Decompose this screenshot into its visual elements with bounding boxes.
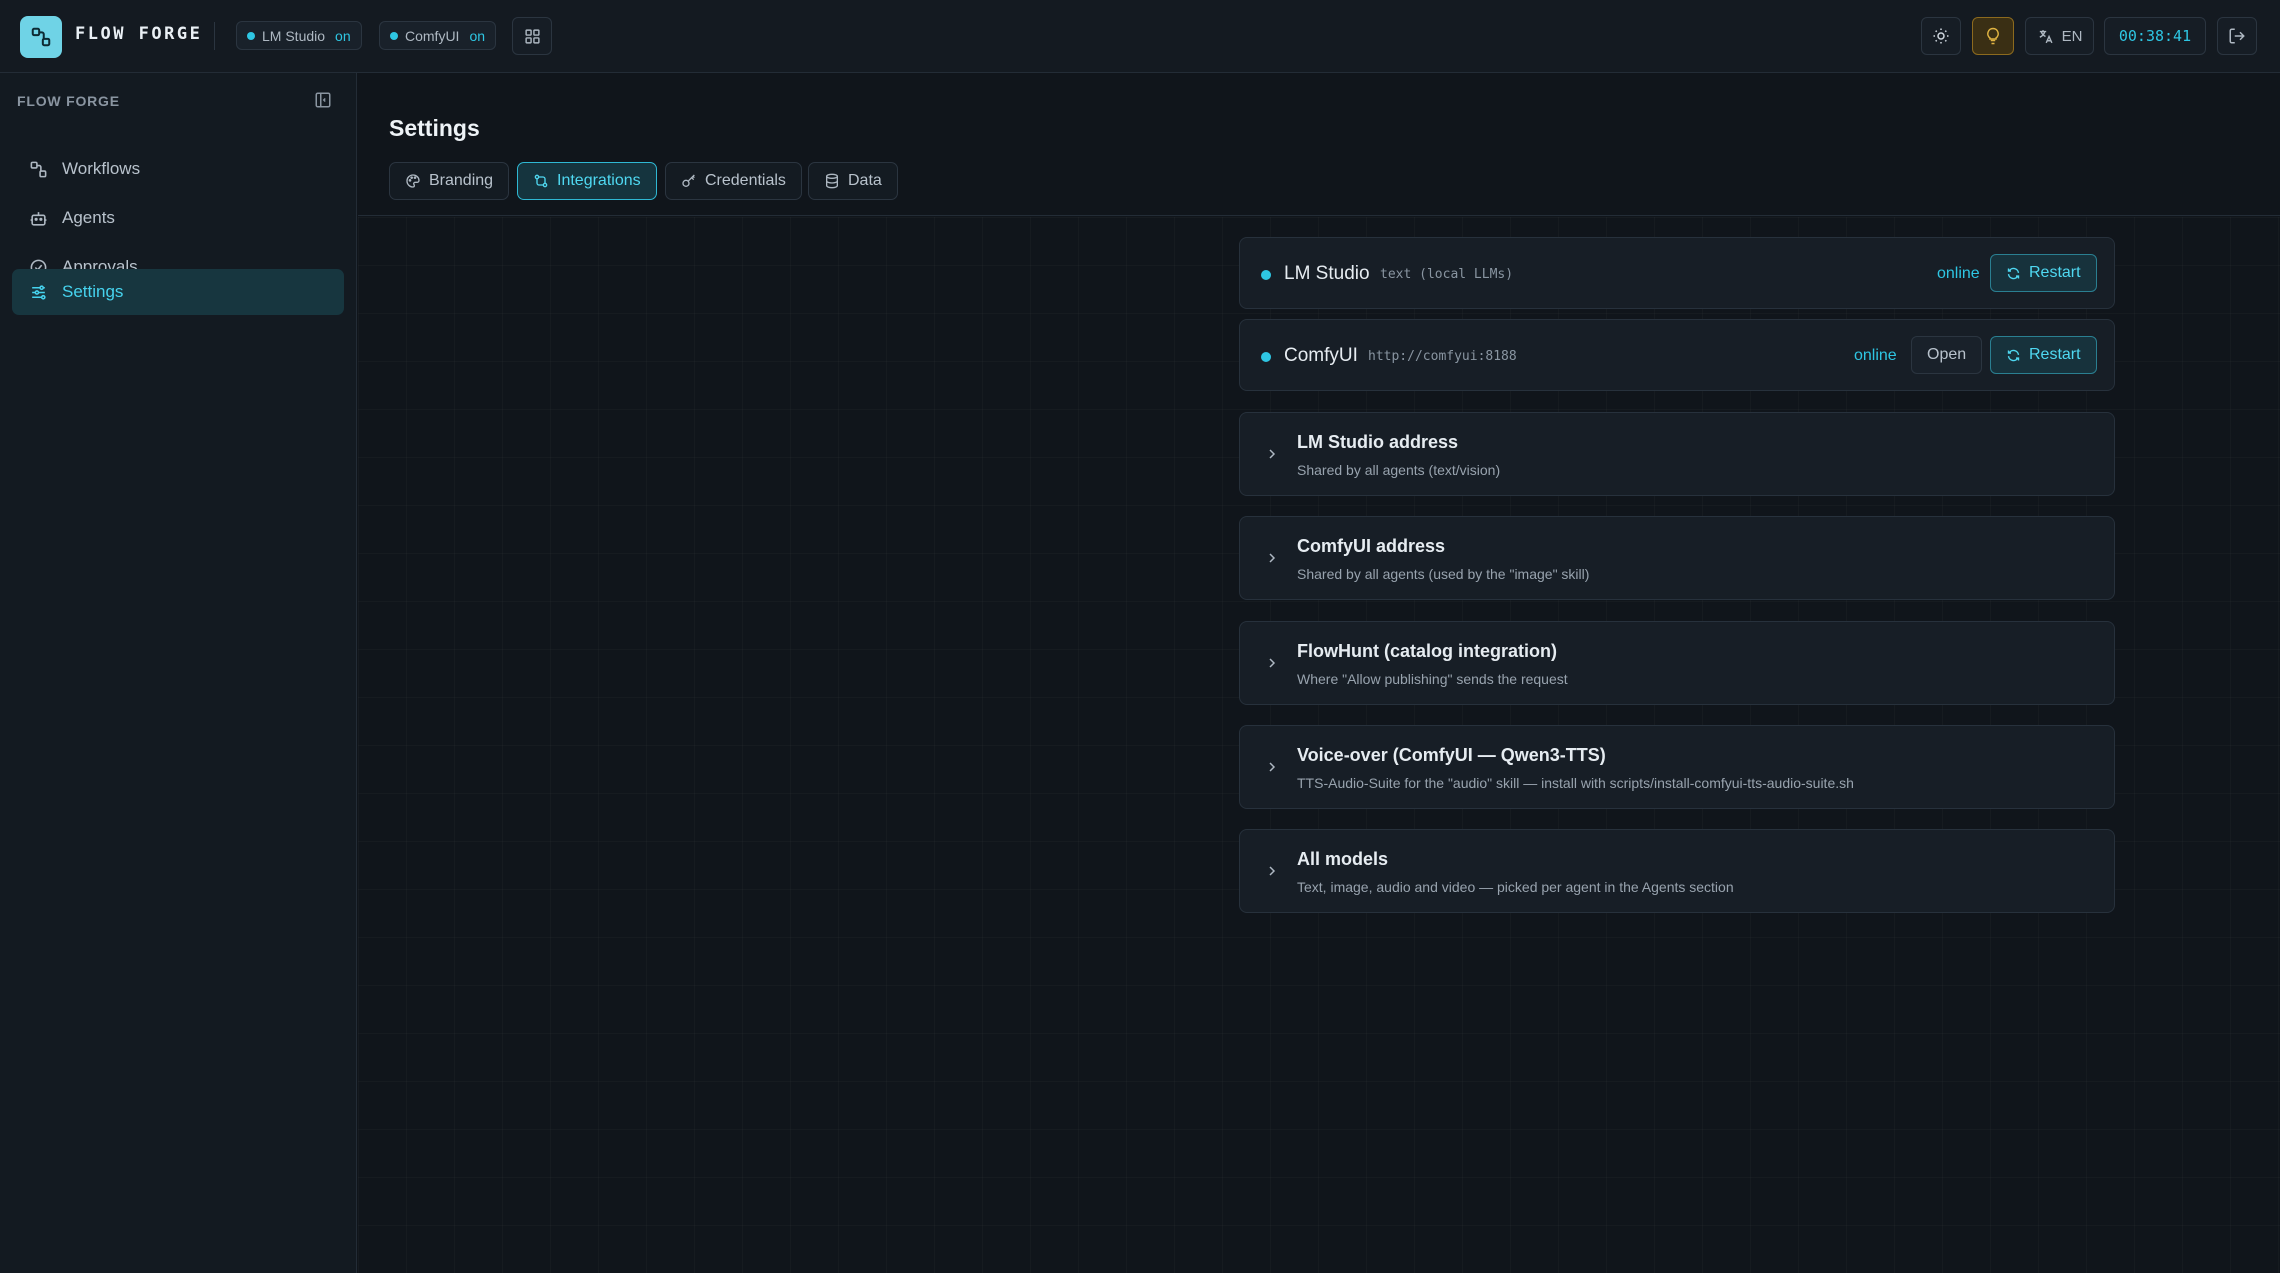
- restart-button[interactable]: Restart: [1990, 254, 2097, 292]
- section-title: ComfyUI address: [1297, 536, 1446, 556]
- palette-icon: [406, 174, 420, 188]
- key-icon: [682, 174, 695, 187]
- logout-icon: [2229, 28, 2245, 44]
- tab-label: Branding: [429, 172, 494, 189]
- refresh-icon: [2007, 349, 2020, 361]
- theme-toggle-button[interactable]: [1921, 17, 1961, 55]
- service-name: LM Studio: [262, 27, 326, 44]
- brand-name: FLOW FORGE: [75, 24, 203, 44]
- database-icon: [826, 173, 838, 189]
- tab-integrations[interactable]: Integrations: [517, 162, 657, 200]
- restart-label: Restart: [2029, 264, 2081, 281]
- section-voice-over[interactable]: Voice-over (ComfyUI — Qwen3-TTS) TTS-Aud…: [1239, 725, 2115, 809]
- status-dot-icon: [1261, 270, 1271, 280]
- status-dot-icon: [1261, 352, 1271, 362]
- service-name: ComfyUI: [405, 27, 460, 44]
- sliders-icon: [32, 284, 46, 300]
- tab-credentials[interactable]: Credentials: [665, 162, 802, 200]
- lightbulb-icon: [1987, 27, 1999, 45]
- sun-icon: [1933, 28, 1949, 44]
- clock-text: 00:38:41: [2118, 27, 2192, 45]
- sidebar-title: FLOW FORGE: [17, 93, 120, 109]
- session-clock: 00:38:41: [2104, 17, 2206, 55]
- status-dot-icon: [247, 31, 255, 40]
- section-title: LM Studio address: [1297, 432, 1459, 452]
- service-card-comfyui: ComfyUI http://comfyui:8188 online Open …: [1239, 319, 2115, 391]
- section-subtitle: TTS-Audio-Suite for the "audio" skill — …: [1297, 775, 1854, 791]
- language-button[interactable]: EN: [2025, 17, 2094, 55]
- sidebar-item-settings[interactable]: Settings: [12, 269, 344, 315]
- chevron-right-icon: [1269, 449, 1276, 459]
- sidebar-item-label: Agents: [62, 208, 115, 227]
- top-bar: FLOW FORGE LM Studio on ComfyUI on EN 00…: [0, 0, 2280, 73]
- divider: [214, 22, 215, 50]
- service-state: on: [469, 27, 486, 44]
- translate-icon: [2039, 29, 2053, 43]
- apps-grid-button[interactable]: [512, 17, 552, 55]
- chevron-right-icon: [1269, 866, 1276, 876]
- section-subtitle: Shared by all agents (text/vision): [1297, 462, 1501, 478]
- service-status: online: [1854, 347, 1897, 364]
- restart-button[interactable]: Restart: [1990, 336, 2097, 374]
- chevron-right-icon: [1269, 658, 1276, 668]
- bot-icon: [30, 211, 47, 226]
- page-header: Settings Branding Integrations Credentia…: [358, 73, 2280, 216]
- section-title: All models: [1297, 849, 1389, 869]
- service-name: LM Studio: [1284, 263, 1370, 284]
- open-label: Open: [1927, 346, 1967, 363]
- status-dot-icon: [390, 31, 398, 40]
- integrations-panel: LM Studio text (local LLMs) online Resta…: [358, 217, 2280, 1273]
- service-description: text (local LLMs): [1380, 267, 1514, 282]
- panel-collapse-icon: [315, 92, 331, 108]
- service-name: ComfyUI: [1284, 345, 1358, 366]
- tab-label: Integrations: [557, 172, 641, 189]
- section-lm-studio-address[interactable]: LM Studio address Shared by all agents (…: [1239, 412, 2115, 496]
- integrations-icon: [534, 174, 548, 188]
- section-title: Voice-over (ComfyUI — Qwen3-TTS): [1297, 745, 1606, 765]
- service-description: http://comfyui:8188: [1368, 349, 1517, 364]
- section-subtitle: Where "Allow publishing" sends the reque…: [1297, 671, 1568, 687]
- language-label: EN: [2061, 27, 2083, 45]
- grid-icon: [524, 28, 540, 44]
- tips-button[interactable]: [1972, 17, 2014, 55]
- sidebar-item-label: Workflows: [62, 159, 141, 178]
- comfyui-status-pill[interactable]: ComfyUI on: [379, 21, 497, 50]
- refresh-icon: [2007, 267, 2020, 279]
- sidebar-item-label: Settings: [62, 282, 124, 301]
- section-subtitle: Shared by all agents (used by the "image…: [1297, 566, 1590, 582]
- sidebar-collapse-button[interactable]: [314, 91, 332, 114]
- sidebar-item-workflows[interactable]: Workflows: [12, 146, 344, 192]
- tab-branding[interactable]: Branding: [389, 162, 510, 200]
- logout-button[interactable]: [2217, 17, 2257, 55]
- lm-studio-status-pill[interactable]: LM Studio on: [236, 21, 362, 50]
- sidebar: FLOW FORGE Workflows Agents Approvals Se…: [0, 73, 357, 1273]
- open-button[interactable]: Open: [1911, 336, 1983, 374]
- page-title: Settings: [389, 115, 480, 141]
- sidebar-item-agents[interactable]: Agents: [12, 195, 344, 241]
- chevron-right-icon: [1269, 553, 1276, 563]
- workflow-icon: [30, 161, 47, 177]
- tab-data[interactable]: Data: [808, 162, 898, 200]
- chevron-right-icon: [1269, 762, 1276, 772]
- restart-label: Restart: [2029, 346, 2081, 363]
- logo-icon[interactable]: [20, 16, 62, 58]
- section-title: FlowHunt (catalog integration): [1297, 641, 1557, 661]
- section-comfyui-address[interactable]: ComfyUI address Shared by all agents (us…: [1239, 516, 2115, 600]
- section-flowhunt[interactable]: FlowHunt (catalog integration) Where "Al…: [1239, 621, 2115, 705]
- section-subtitle: Text, image, audio and video — picked pe…: [1297, 879, 1734, 895]
- section-all-models[interactable]: All models Text, image, audio and video …: [1239, 829, 2115, 913]
- service-state: on: [335, 27, 351, 44]
- tab-label: Data: [848, 172, 882, 189]
- tab-label: Credentials: [705, 172, 786, 189]
- service-status: online: [1937, 265, 1980, 282]
- service-card-lm-studio: LM Studio text (local LLMs) online Resta…: [1239, 237, 2115, 309]
